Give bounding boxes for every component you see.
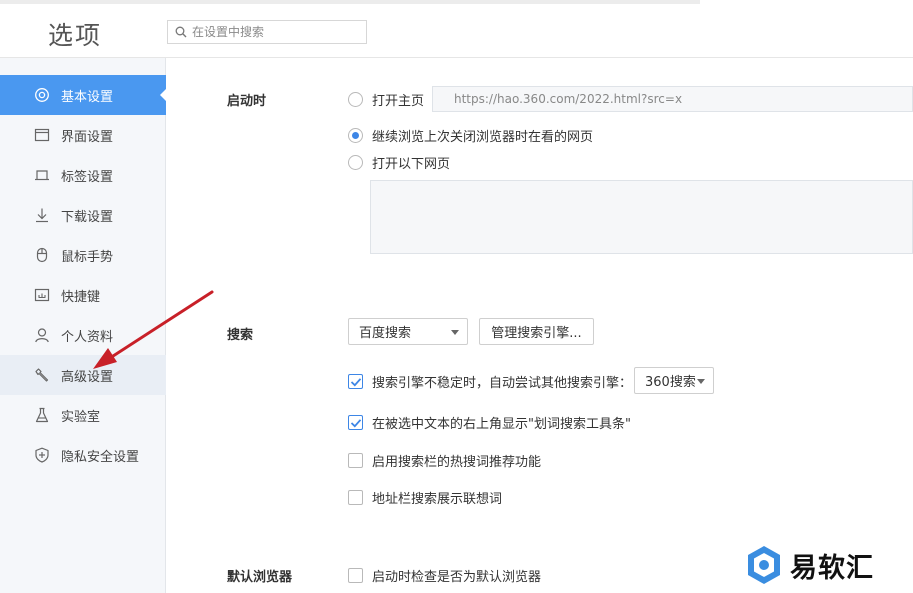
sidebar-item-tab-settings[interactable]: 标签设置 <box>0 155 166 195</box>
sidebar-item-label: 基本设置 <box>61 89 114 105</box>
sidebar-item-privacy-security[interactable]: 隐私安全设置 <box>0 435 166 475</box>
home-url-field[interactable]: https://hao.360.com/2022.html?src=x <box>432 86 913 112</box>
watermark-text: 易软汇 <box>790 552 874 584</box>
startup-option-home[interactable]: 打开主页 <box>348 90 424 109</box>
download-icon <box>34 207 50 223</box>
startup-pages-radio[interactable] <box>348 155 363 170</box>
startup-home-label: 打开主页 <box>372 94 425 109</box>
manage-search-engines-button[interactable]: 管理搜索引擎... <box>479 318 594 345</box>
sidebar-item-lab[interactable]: 实验室 <box>0 395 166 435</box>
mouse-icon <box>34 247 50 263</box>
sidebar-item-advanced-settings[interactable]: 高级设置 <box>0 355 166 395</box>
sidebar-item-label: 个人资料 <box>61 329 114 345</box>
chevron-down-icon <box>697 379 705 384</box>
search-hotwords-row[interactable]: 启用搜索栏的热搜词推荐功能 <box>348 451 541 470</box>
startup-pages-label: 打开以下网页 <box>372 157 451 172</box>
search-fallback-checkbox[interactable] <box>348 374 363 389</box>
shortcut-icon <box>34 287 50 303</box>
search-suggest-checkbox[interactable] <box>348 490 363 505</box>
flask-icon <box>34 407 50 423</box>
search-fallback-label: 搜索引擎不稳定时，自动尝试其他搜索引擎： <box>372 376 633 391</box>
sidebar-item-shortcuts[interactable]: 快捷键 <box>0 275 166 315</box>
sidebar-item-basic-settings[interactable]: 基本设置 <box>0 75 167 115</box>
search-engine-value: 百度搜索 <box>359 326 412 341</box>
search-toolbar-checkbox[interactable] <box>348 415 363 430</box>
search-fallback-row[interactable]: 搜索引擎不稳定时，自动尝试其他搜索引擎： <box>348 372 632 391</box>
search-hotwords-checkbox[interactable] <box>348 453 363 468</box>
sidebar-item-profile[interactable]: 个人资料 <box>0 315 166 355</box>
search-input[interactable] <box>192 23 362 41</box>
page-title: 选项 <box>48 21 103 50</box>
sidebar-item-mouse-gestures[interactable]: 鼠标手势 <box>0 235 166 275</box>
wrench-icon <box>34 367 50 383</box>
search-box[interactable] <box>167 20 367 44</box>
header: 选项 <box>0 0 913 58</box>
search-suggest-row[interactable]: 地址栏搜索展示联想词 <box>348 488 502 507</box>
startup-option-continue[interactable]: 继续浏览上次关闭浏览器时在看的网页 <box>348 126 593 145</box>
sidebar-item-label: 隐私安全设置 <box>61 449 140 465</box>
search-hotwords-label: 启用搜索栏的热搜词推荐功能 <box>372 455 542 470</box>
default-browser-checkbox[interactable] <box>348 568 363 583</box>
startup-section-label: 启动时 <box>227 94 267 109</box>
sidebar-item-label: 界面设置 <box>61 129 114 145</box>
search-engine-select[interactable]: 百度搜索 <box>348 318 468 345</box>
watermark: 易软汇 <box>746 545 874 585</box>
sidebar-item-label: 高级设置 <box>61 369 114 385</box>
startup-option-pages[interactable]: 打开以下网页 <box>348 153 450 172</box>
default-browser-section-label: 默认浏览器 <box>227 570 293 585</box>
sidebar-item-label: 鼠标手势 <box>61 249 114 265</box>
search-suggest-label: 地址栏搜索展示联想词 <box>372 492 503 507</box>
default-browser-check-row[interactable]: 启动时检查是否为默认浏览器 <box>348 566 541 585</box>
sidebar-item-ui-settings[interactable]: 界面设置 <box>0 115 166 155</box>
search-toolbar-row[interactable]: 在被选中文本的右上角显示"划词搜索工具条" <box>348 413 631 432</box>
fallback-engine-value: 360搜索 <box>645 375 696 390</box>
header-topline <box>0 0 700 4</box>
sidebar-item-label: 快捷键 <box>61 289 101 305</box>
chevron-down-icon <box>451 330 459 335</box>
search-icon <box>175 26 187 38</box>
default-browser-check-label: 启动时检查是否为默认浏览器 <box>372 570 542 585</box>
sidebar-item-download-settings[interactable]: 下载设置 <box>0 195 166 235</box>
user-icon <box>34 327 50 343</box>
window-icon <box>34 127 50 143</box>
settings-icon <box>34 87 50 103</box>
startup-pages-list[interactable] <box>370 180 913 254</box>
sidebar-item-label: 实验室 <box>61 409 101 425</box>
sidebar-item-label: 下载设置 <box>61 209 114 225</box>
shield-icon <box>34 447 50 463</box>
startup-continue-radio[interactable] <box>348 128 363 143</box>
startup-continue-label: 继续浏览上次关闭浏览器时在看的网页 <box>372 130 594 145</box>
startup-home-radio[interactable] <box>348 92 363 107</box>
watermark-logo-icon <box>746 545 782 585</box>
sidebar-item-label: 标签设置 <box>61 169 114 185</box>
search-toolbar-label: 在被选中文本的右上角显示"划词搜索工具条" <box>372 417 631 432</box>
search-section-label: 搜索 <box>227 328 254 343</box>
tab-icon <box>34 167 50 183</box>
sidebar: 基本设置 界面设置 标签设置 下载设置 鼠标手势 快捷键 个人资料 高级设置 实… <box>0 58 167 593</box>
fallback-engine-select[interactable]: 360搜索 <box>634 367 714 394</box>
